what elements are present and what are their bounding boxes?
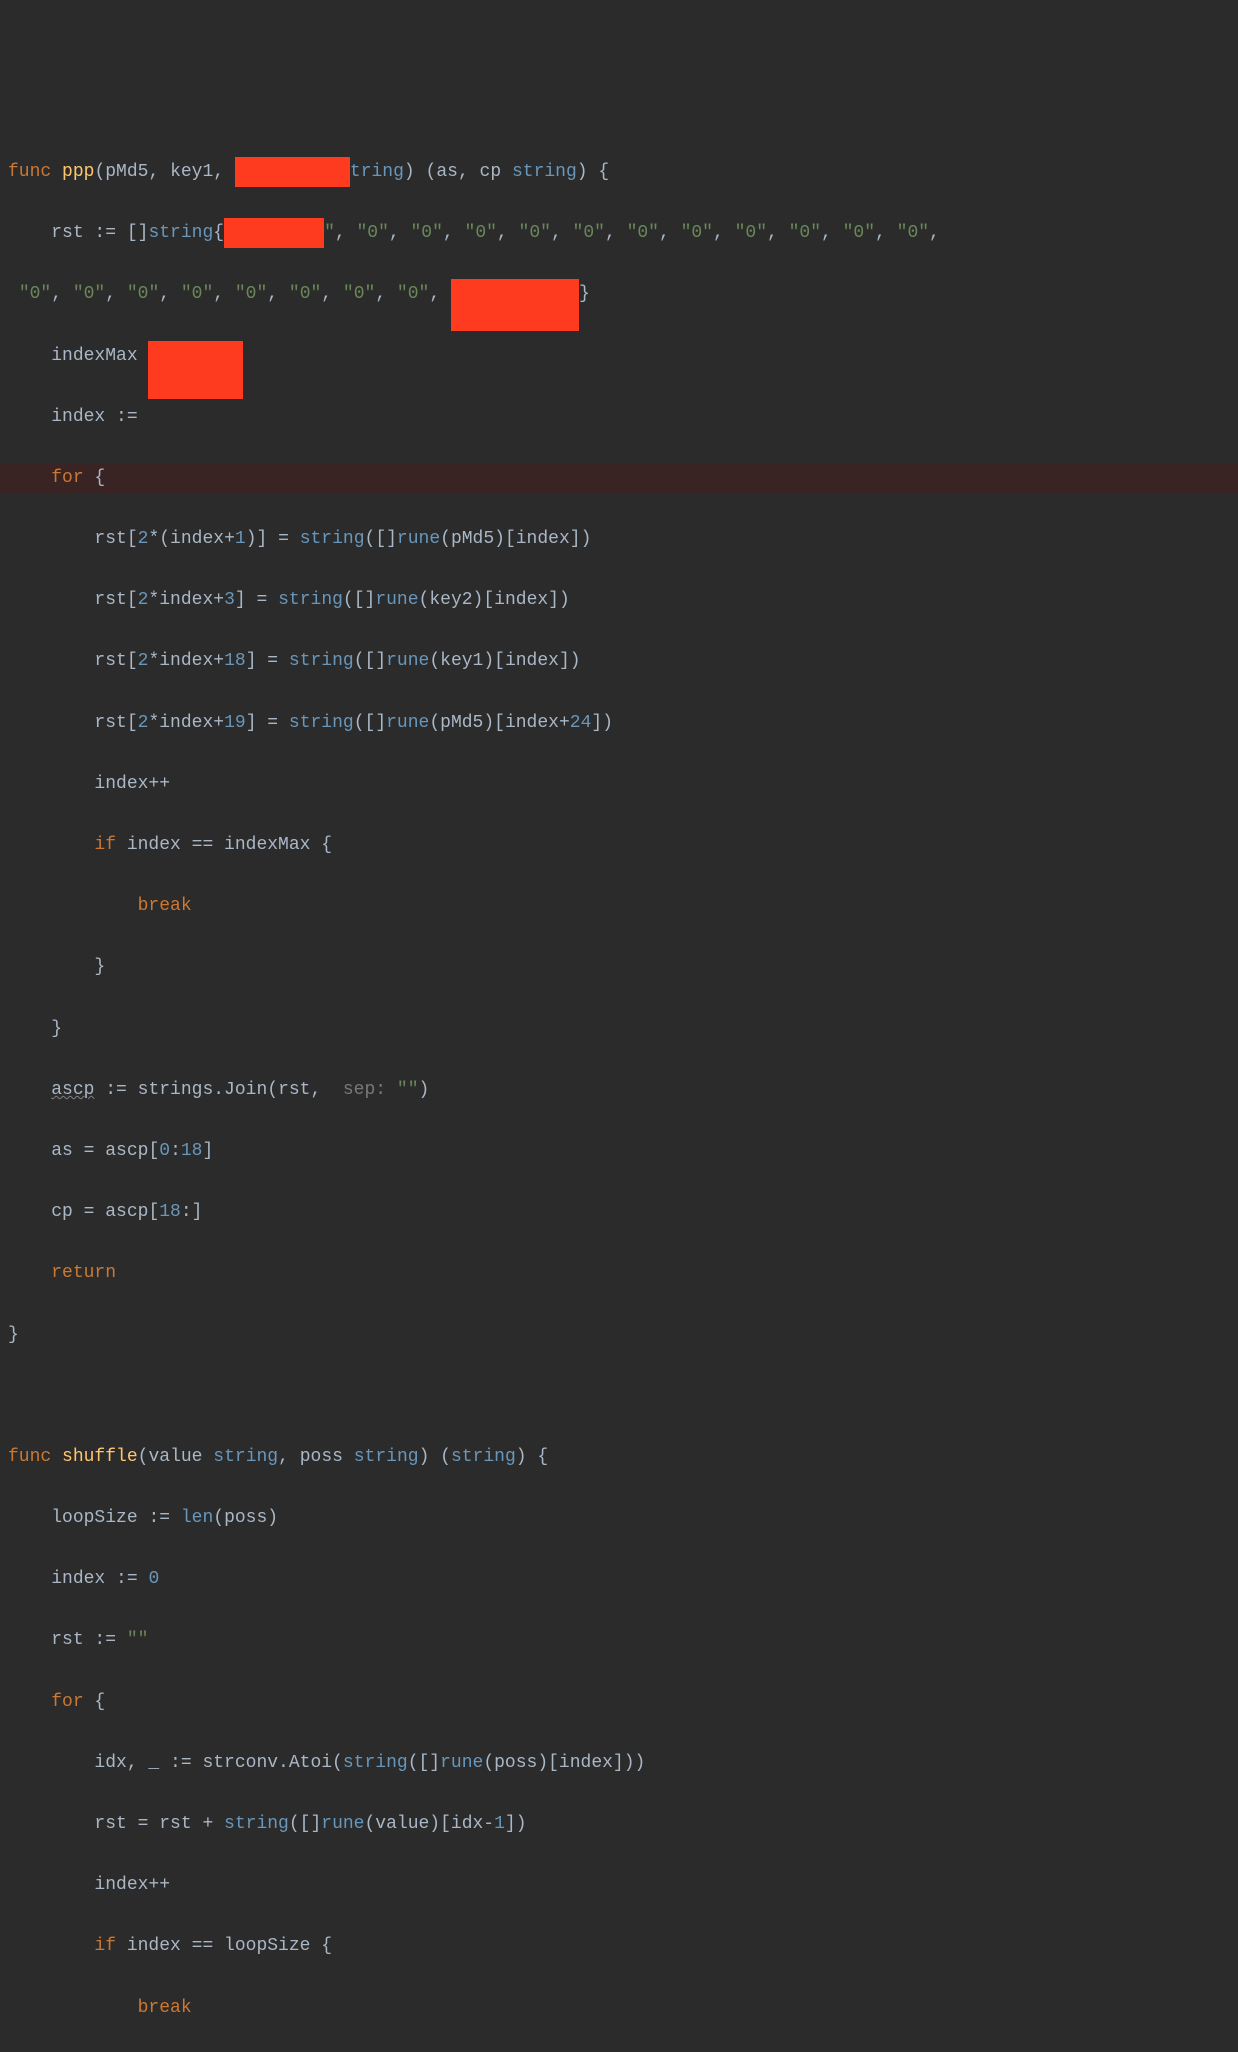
redaction-box xyxy=(235,157,350,187)
code-line: } xyxy=(0,1014,1238,1045)
code-line: break xyxy=(0,891,1238,922)
code-line: index++ xyxy=(0,769,1238,800)
parameter-hint: sep: xyxy=(332,1080,397,1100)
code-line: indexMax xyxy=(0,341,1238,372)
code-line: if index == indexMax { xyxy=(0,830,1238,861)
code-line: idx, _ := strconv.Atoi(string([]rune(pos… xyxy=(0,1748,1238,1779)
code-editor[interactable]: func ppp(pMd5, key1, tring) (as, cp stri… xyxy=(0,126,1238,2052)
code-line: break xyxy=(0,1993,1238,2024)
code-line: ascp := strings.Join(rst, sep: "") xyxy=(0,1075,1238,1106)
code-line: rst[2*index+3] = string([]rune(key2)[ind… xyxy=(0,585,1238,616)
code-line: rst := "" xyxy=(0,1625,1238,1656)
code-line: return xyxy=(0,1258,1238,1289)
redaction-box xyxy=(224,218,324,248)
code-line: for { xyxy=(0,1687,1238,1718)
code-line: rst = rst + string([]rune(value)[idx-1]) xyxy=(0,1809,1238,1840)
code-line: if index == loopSize { xyxy=(0,1931,1238,1962)
redaction-box xyxy=(148,341,243,399)
code-line-highlighted: for { xyxy=(0,463,1238,494)
code-line: rst := []string{", "0", "0", "0", "0", "… xyxy=(0,218,1238,249)
code-line: loopSize := len(poss) xyxy=(0,1503,1238,1534)
redaction-box xyxy=(451,279,579,331)
code-line: index++ xyxy=(0,1870,1238,1901)
code-line xyxy=(0,1381,1238,1412)
code-line: rst[2*index+18] = string([]rune(key1)[in… xyxy=(0,646,1238,677)
code-line: } xyxy=(0,1320,1238,1351)
code-line: rst[2*index+19] = string([]rune(pMd5)[in… xyxy=(0,708,1238,739)
code-line: cp = ascp[18:] xyxy=(0,1197,1238,1228)
code-line: as = ascp[0:18] xyxy=(0,1136,1238,1167)
code-line: func shuffle(value string, poss string) … xyxy=(0,1442,1238,1473)
string-literal: " xyxy=(324,223,335,243)
code-line: } xyxy=(0,952,1238,983)
code-line: index := xyxy=(0,402,1238,433)
code-line: rst[2*(index+1)] = string([]rune(pMd5)[i… xyxy=(0,524,1238,555)
code-line: func ppp(pMd5, key1, tring) (as, cp stri… xyxy=(0,157,1238,188)
code-line: "0", "0", "0", "0", "0", "0", "0", "0", … xyxy=(0,279,1238,310)
code-line: index := 0 xyxy=(0,1564,1238,1595)
